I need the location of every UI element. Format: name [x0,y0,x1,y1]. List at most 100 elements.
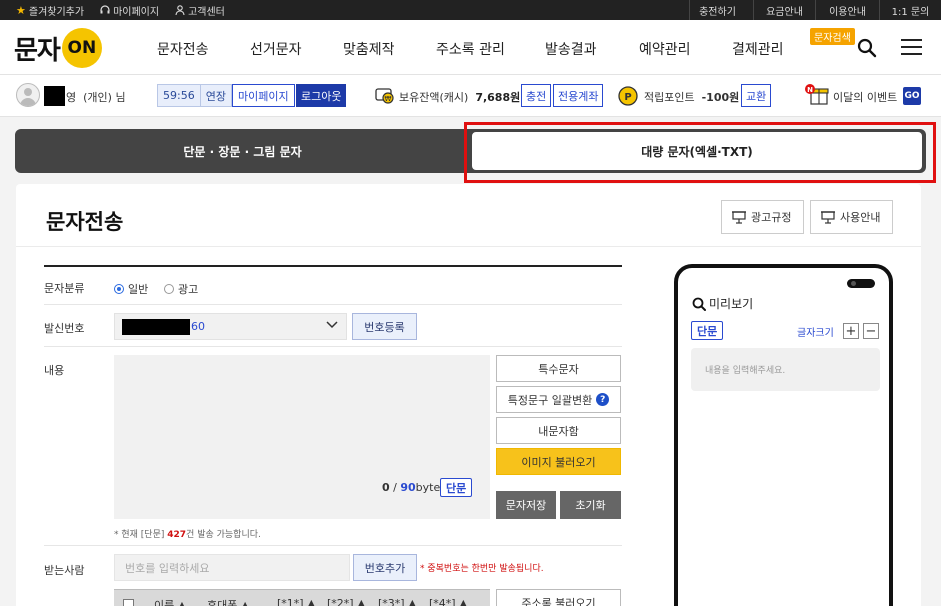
usage-link[interactable]: 이용안내 [815,0,879,20]
sender-number-select[interactable]: 60 [114,313,347,340]
category-general-radio[interactable]: 일반 [114,281,148,297]
font-decrease-button[interactable]: − [863,323,879,339]
person-icon [175,5,185,15]
user-info-bar: 영 (개인) 님 59:56 연장 마이페이지 로그아웃 ₩ 보유잔액(캐시) … [0,75,941,117]
svg-text:N: N [807,86,813,94]
inquiry-link[interactable]: 1:1 문의 [879,0,941,20]
mypage-link[interactable]: 마이페이지 [100,3,159,18]
hamburger-menu-icon[interactable] [901,39,922,56]
site-logo[interactable]: 문자 ON [14,28,102,68]
preview-message-bubble: 내용을 입력해주세요. [691,348,880,391]
register-number-button[interactable]: 번호등록 [352,313,417,340]
phone-preview: 미리보기 단문 글자크기 + − 내용을 입력해주세요. [674,264,893,606]
nav-custom-production[interactable]: 맞춤제작 [343,39,395,59]
nav-address-book[interactable]: 주소록 관리 [436,39,505,59]
usage-guide-button[interactable]: 사용안내 [810,200,893,234]
search-icon [692,297,706,311]
chevron-down-icon [326,321,338,329]
recipient-label: 받는사람 [44,564,85,577]
col-var2[interactable]: [*2*] ▲ [327,597,366,606]
col-var1[interactable]: [*1*] ▲ [277,597,316,606]
page-title: 문자전송 [46,210,124,234]
preview-type-badge: 단문 [691,321,724,340]
presentation-icon [732,211,746,224]
message-search-badge[interactable]: 문자검색 [810,28,855,45]
bulk-replace-button[interactable]: 특정문구 일괄변환? [496,386,621,413]
message-content-textarea[interactable] [114,355,490,519]
redacted-number [122,319,190,335]
col-name[interactable]: 이름 ▲ [154,597,186,606]
exchange-button[interactable]: 교환 [741,84,772,107]
charge-button[interactable]: 충전 [521,84,552,107]
my-messages-button[interactable]: 내문자함 [496,417,621,444]
pricing-link[interactable]: 요금안내 [753,0,815,20]
main-header: 문자 ON 문자전송 선거문자 맞춤제작 주소록 관리 발송결과 예약관리 결제… [0,20,941,75]
extend-session-button[interactable]: 연장 [199,85,231,106]
dedicated-account-button[interactable]: 전용계좌 [553,84,604,107]
top-utility-bar: ★ 즐겨찾기추가 마이페이지 고객센터 충전하기 요금안내 이용안내 1:1 문의 [0,0,941,20]
ad-rules-button[interactable]: 광고규정 [721,200,804,234]
message-type-tabs: 단문 · 장문 · 그림 문자 대량 문자(엑셀·TXT) [15,129,926,173]
recipient-table-header: 이름 ▲ 휴대폰 ▲ [*1*] ▲ [*2*] ▲ [*3*] ▲ [*4*]… [114,589,490,606]
nav-reservations[interactable]: 예약관리 [639,39,691,59]
logo-on-badge: ON [61,28,102,68]
headset-icon [100,5,110,14]
svg-text:P: P [624,92,631,103]
cash-icon: ₩ [375,88,394,104]
search-icon[interactable] [857,38,877,58]
user-name: 영 (개인) 님 [66,91,126,104]
col-var3[interactable]: [*3*] ▲ [378,597,417,606]
session-timer: 59:56 연장 [157,84,232,107]
select-all-checkbox[interactable] [123,599,134,606]
svg-text:₩: ₩ [385,95,392,103]
save-message-button[interactable]: 문자저장 [496,491,556,519]
star-icon: ★ [16,3,26,17]
avatar [16,83,40,107]
category-ad-radio[interactable]: 광고 [164,281,198,297]
camera-icon [847,279,875,288]
nav-send-results[interactable]: 발송결과 [545,39,597,59]
monthly-event-link[interactable]: 이달의 이벤트 [833,89,897,105]
nav-election-message[interactable]: 선거문자 [250,39,302,59]
duplicate-note: * 중복번호는 한번만 발송됩니다. [420,564,544,574]
col-var4[interactable]: [*4*] ▲ [429,597,468,606]
col-phone[interactable]: 휴대폰 ▲ [207,597,249,606]
recipient-number-input[interactable]: 번호를 입력하세요 [114,554,350,581]
logout-button[interactable]: 로그아웃 [296,84,347,107]
load-address-book-button[interactable]: 주소록 불러오기 [496,589,621,606]
redacted-name [44,86,65,106]
add-number-button[interactable]: 번호추가 [353,554,417,581]
preview-title: 미리보기 [692,295,753,312]
point-coin-icon: P [618,86,638,106]
send-capacity-note: * 현재 [단문] 427건 발송 가능합니다. [114,530,261,540]
gift-icon[interactable]: N [805,84,829,106]
load-image-button[interactable]: 이미지 불러오기 [496,448,621,475]
nav-payments[interactable]: 결제관리 [732,39,784,59]
tab-bulk-excel-txt[interactable]: 대량 문자(엑셀·TXT) [471,131,923,171]
cash-balance: 보유잔액(캐시) 7,688원 [399,91,521,104]
help-icon[interactable]: ? [596,393,610,406]
bookmark-link[interactable]: ★ 즐겨찾기추가 [16,3,84,18]
form-top-divider [44,265,622,267]
presentation-icon [821,211,835,224]
go-button[interactable]: GO [903,87,921,105]
font-increase-button[interactable]: + [843,323,859,339]
divider [44,346,622,347]
tab-short-long-image[interactable]: 단문 · 장문 · 그림 문자 [15,129,470,173]
divider [44,304,622,305]
special-chars-button[interactable]: 특수문자 [496,355,621,382]
divider [44,545,622,546]
font-size-label: 글자크기 [797,328,834,339]
byte-counter: 0 / 90byte [382,481,441,494]
reset-button[interactable]: 초기화 [560,491,621,519]
sender-label: 발신번호 [44,322,85,335]
nav-send-message[interactable]: 문자전송 [157,39,209,59]
send-message-panel: 문자전송 광고규정 사용안내 문자분류 일반 광고 발신번호 60 번호등록 내… [16,184,921,606]
message-type-badge: 단문 [440,478,473,497]
mypage-button[interactable]: 마이페이지 [232,84,295,107]
customer-center-link[interactable]: 고객센터 [175,3,225,18]
charge-link[interactable]: 충전하기 [689,0,745,20]
divider [16,246,921,247]
content-label: 내용 [44,364,65,377]
category-label: 문자분류 [44,282,85,295]
